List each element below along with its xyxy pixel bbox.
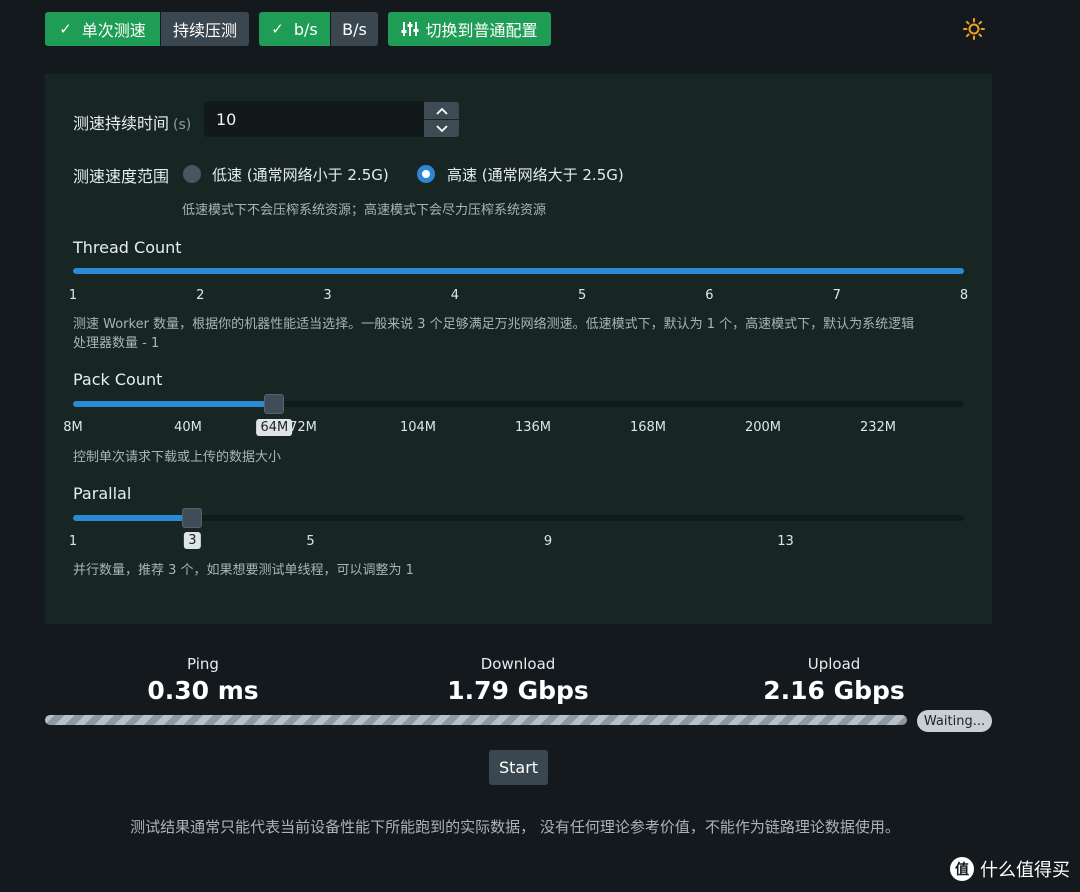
duration-unit: (s) xyxy=(173,117,192,133)
parallel-handle[interactable] xyxy=(182,508,203,528)
low-speed-label: 低速 (通常网络小于 2.5G) xyxy=(212,166,389,184)
thread-count-tick: 7 xyxy=(832,288,841,303)
pack-count-tick: 8M xyxy=(63,420,83,435)
duration-input[interactable]: 10 xyxy=(204,101,424,137)
high-speed-label: 高速 (通常网络大于 2.5G) xyxy=(447,166,624,184)
parallel-help: 并行数量，推荐 3 个，如果想要测试单线程，可以调整为 1 xyxy=(73,563,414,578)
pack-count-tick: 40M xyxy=(174,420,202,435)
download-value: 1.79 Gbps xyxy=(447,676,589,705)
chevron-down-icon xyxy=(435,124,448,132)
high-speed-radio[interactable] xyxy=(417,165,435,183)
check-icon: ✓ xyxy=(271,20,284,38)
pack-count-fill xyxy=(73,401,275,407)
switch-config-button[interactable]: 切换到普通配置 xyxy=(388,12,551,46)
watermark-text: 什么值得买 xyxy=(980,860,1070,881)
thread-count-tick: 4 xyxy=(450,288,459,303)
watermark-logo: 值 xyxy=(950,857,974,881)
check-icon: ✓ xyxy=(59,20,72,38)
pack-count-tick: 72M xyxy=(289,420,317,435)
parallel-track[interactable] xyxy=(73,515,964,521)
bytes-unit-label: B/s xyxy=(342,19,367,39)
bits-unit-label: b/s xyxy=(293,19,318,39)
continuous-test-button[interactable]: 持续压测 xyxy=(161,12,249,46)
duration-decrement-button[interactable] xyxy=(424,120,459,137)
pack-count-tick: 200M xyxy=(744,420,782,435)
parallel-fill xyxy=(73,515,193,521)
parallel-tick: 13 xyxy=(777,534,794,549)
speedtest-page: ✓ 单次测速 持续压测 ✓ b/s B/s 切换到普通配置 测速持续时间 (s)… xyxy=(0,0,1080,892)
thread-count-tick: 2 xyxy=(196,288,205,303)
parallel-tick: 9 xyxy=(543,534,553,549)
thread-count-tick: 5 xyxy=(578,288,587,303)
theme-toggle-sun-icon[interactable] xyxy=(962,17,986,41)
pack-count-help: 控制单次请求下载或上传的数据大小 xyxy=(73,450,282,465)
thread-count-tick: 3 xyxy=(323,288,332,303)
status-badge: Waiting... xyxy=(917,710,992,732)
pack-count-tick: 168M xyxy=(629,420,667,435)
pack-count-label: Pack Count xyxy=(73,370,163,389)
test-progress-bar xyxy=(45,715,907,725)
thread-count-fill xyxy=(73,268,964,274)
switch-config-label: 切换到普通配置 xyxy=(425,21,538,40)
duration-increment-button[interactable] xyxy=(424,102,459,119)
speed-range-help: 低速模式下不会压榨系统资源；高速模式下会尽力压榨系统资源 xyxy=(182,203,547,218)
parallel-tick: 5 xyxy=(306,534,315,549)
duration-label-text: 测速持续时间 xyxy=(73,114,170,133)
parallel-label: Parallal xyxy=(73,484,132,503)
parallel-tick: 1 xyxy=(68,534,78,549)
pack-count-handle[interactable] xyxy=(264,394,285,414)
watermark: 值 什么值得买 xyxy=(950,856,1070,882)
chevron-up-icon xyxy=(435,107,448,115)
download-label: Download xyxy=(480,655,556,673)
speed-range-label: 测速速度范围 xyxy=(73,167,170,186)
ping-label: Ping xyxy=(187,655,219,673)
ping-value: 0.30 ms xyxy=(147,676,259,705)
single-test-button[interactable]: ✓ 单次测速 xyxy=(45,12,160,46)
pack-count-value-tooltip: 64M xyxy=(256,419,293,436)
thread-count-tick: 8 xyxy=(959,288,969,303)
start-button[interactable]: Start xyxy=(489,750,548,785)
duration-value: 10 xyxy=(216,109,237,129)
pack-count-tick: 232M xyxy=(859,420,897,435)
pack-count-tick: 136M xyxy=(514,420,552,435)
pack-count-tick: 104M xyxy=(399,420,437,435)
continuous-test-label: 持续压测 xyxy=(172,21,237,40)
thread-count-tick: 1 xyxy=(68,288,78,303)
bits-unit-button[interactable]: ✓ b/s xyxy=(259,12,330,46)
sliders-icon xyxy=(401,22,419,36)
thread-count-tick: 6 xyxy=(705,288,714,303)
thread-count-help-line-1: 测速 Worker 数量，根据你的机器性能适当选择。一般来说 3 个足够满足万兆… xyxy=(73,317,915,332)
single-test-label: 单次测速 xyxy=(81,21,146,40)
low-speed-radio[interactable] xyxy=(183,165,201,183)
duration-label: 测速持续时间 (s) xyxy=(73,110,191,134)
disclaimer-text: 测试结果通常只能代表当前设备性能下所能跑到的实际数据， 没有任何理论参考价值，不… xyxy=(130,818,900,836)
upload-label: Upload xyxy=(807,655,861,673)
thread-count-help-line-2: 处理器数量 - 1 xyxy=(73,336,160,351)
bytes-unit-button[interactable]: B/s xyxy=(331,12,378,46)
upload-value: 2.16 Gbps xyxy=(763,676,905,705)
thread-count-label: Thread Count xyxy=(73,238,182,257)
parallel-value-tooltip: 3 xyxy=(184,532,201,549)
